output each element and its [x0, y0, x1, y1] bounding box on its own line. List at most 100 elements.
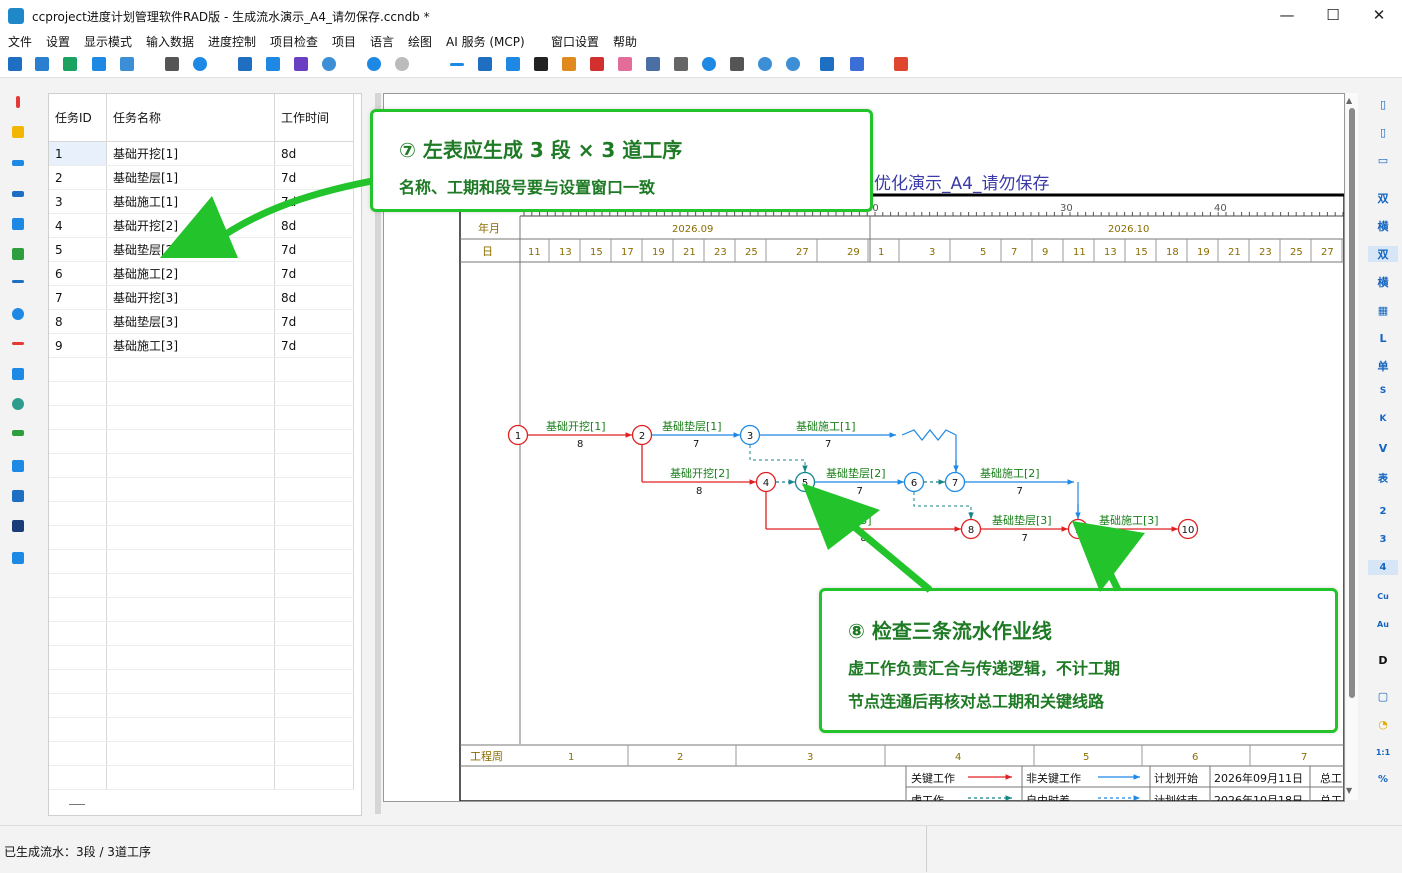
empty-row[interactable]: [49, 549, 354, 574]
hand-icon[interactable]: [12, 520, 24, 532]
print-icon[interactable]: [165, 57, 179, 71]
rail-V[interactable]: V: [1368, 442, 1398, 455]
sort-list-icon[interactable]: [12, 368, 24, 380]
format-brush-icon[interactable]: [294, 57, 308, 71]
sort-icon[interactable]: [506, 57, 520, 71]
menu-progress-control[interactable]: 进度控制: [208, 33, 256, 50]
menu-project[interactable]: 项目: [332, 33, 356, 50]
empty-row[interactable]: [49, 717, 354, 742]
empty-row[interactable]: [49, 429, 354, 454]
swap-icon[interactable]: [12, 490, 24, 502]
table-row[interactable]: 2 基础垫层[1] 7d: [49, 165, 354, 190]
search-icon[interactable]: [322, 57, 336, 71]
menu-ai-service[interactable]: AI 服务 (MCP): [446, 33, 525, 50]
menu-language[interactable]: 语言: [370, 33, 394, 50]
rail-mode-dual[interactable]: 双: [1368, 190, 1398, 206]
line-icon[interactable]: [450, 63, 464, 66]
doc-edit-icon[interactable]: [590, 57, 604, 71]
menu-file[interactable]: 文件: [8, 33, 32, 50]
empty-row[interactable]: [49, 573, 354, 598]
horizontal-scrollbar[interactable]: [398, 802, 1343, 810]
link-icon[interactable]: [12, 191, 24, 197]
task-id-cell[interactable]: 1: [49, 141, 107, 166]
task-name-cell[interactable]: 基础施工[3]: [106, 333, 275, 358]
task-id-cell[interactable]: 5: [49, 237, 107, 262]
work-time-cell[interactable]: 7d: [274, 333, 354, 358]
header-icon[interactable]: [674, 57, 688, 71]
table-row[interactable]: 3 基础施工[1] 7d: [49, 189, 354, 214]
rail-table[interactable]: 表: [1368, 470, 1398, 485]
font-icon[interactable]: [12, 218, 24, 230]
table-row[interactable]: 1 基础开挖[1] 8d: [49, 141, 354, 166]
minus-icon[interactable]: [12, 342, 24, 345]
rail-Cu[interactable]: Cu: [1368, 592, 1398, 601]
users-icon[interactable]: [12, 398, 24, 410]
col-task-id[interactable]: 任务ID: [49, 94, 107, 142]
work-time-cell[interactable]: 7d: [274, 309, 354, 334]
menu-draw[interactable]: 绘图: [408, 33, 432, 50]
task-name-cell[interactable]: 基础垫层[3]: [106, 309, 275, 334]
menu-help[interactable]: 帮助: [613, 33, 637, 50]
columns-icon[interactable]: [478, 57, 492, 71]
task-name-cell[interactable]: 基础开挖[3]: [106, 285, 275, 310]
rail-K[interactable]: K: [1368, 414, 1398, 424]
wand-icon[interactable]: [12, 552, 24, 564]
layout-left-icon[interactable]: ▯: [1368, 98, 1398, 111]
work-time-cell[interactable]: 8d: [274, 213, 354, 238]
empty-row[interactable]: [49, 501, 354, 526]
menu-input-data[interactable]: 输入数据: [146, 33, 194, 50]
table-row[interactable]: 6 基础施工[2] 7d: [49, 261, 354, 286]
task-name-cell[interactable]: 基础垫层[1]: [106, 165, 275, 190]
palette-icon[interactable]: [618, 57, 632, 71]
comment-icon[interactable]: ◔: [1368, 718, 1398, 731]
task-id-cell[interactable]: 8: [49, 309, 107, 334]
menu-settings[interactable]: 设置: [46, 33, 70, 50]
paint-icon[interactable]: [562, 57, 576, 71]
col-task-name[interactable]: 任务名称: [106, 94, 275, 142]
empty-row[interactable]: [49, 381, 354, 406]
zoom-out-icon[interactable]: [758, 57, 772, 71]
empty-row[interactable]: [49, 357, 354, 382]
folder-icon[interactable]: [850, 57, 864, 71]
empty-row[interactable]: [49, 477, 354, 502]
empty-row[interactable]: [49, 741, 354, 766]
toolbox-icon[interactable]: [894, 57, 908, 71]
maximize-button[interactable]: ☐: [1310, 0, 1356, 30]
rail-mode-horizontal-2[interactable]: 横: [1368, 274, 1398, 290]
task-name-cell[interactable]: 基础垫层[2]: [106, 237, 275, 262]
rail-single[interactable]: 单: [1368, 358, 1398, 374]
task-name-cell[interactable]: 基础施工[1]: [106, 189, 275, 214]
col-work-time[interactable]: 工作时间: [274, 94, 354, 142]
task-id-cell[interactable]: 6: [49, 261, 107, 286]
table-row[interactable]: 9 基础施工[3] 7d: [49, 333, 354, 358]
work-time-cell[interactable]: 7d: [274, 237, 354, 262]
rail-1to1[interactable]: 1:1: [1368, 748, 1398, 757]
task-id-cell[interactable]: 9: [49, 333, 107, 358]
work-time-cell[interactable]: 7d: [274, 189, 354, 214]
open-icon[interactable]: [35, 57, 49, 71]
zoom-in-icon[interactable]: [786, 57, 800, 71]
work-time-cell[interactable]: 7d: [274, 165, 354, 190]
work-time-cell[interactable]: 8d: [274, 141, 354, 166]
frame-icon[interactable]: ▢: [1368, 690, 1398, 703]
empty-row[interactable]: [49, 405, 354, 430]
empty-row[interactable]: [49, 525, 354, 550]
contrast-icon[interactable]: [534, 57, 548, 71]
au-icon[interactable]: [12, 430, 24, 436]
scroll-down-icon[interactable]: ▼: [1346, 786, 1352, 795]
refresh-icon[interactable]: [193, 57, 207, 71]
table-icon[interactable]: ▦: [1368, 304, 1398, 317]
table-row[interactable]: 7 基础开挖[3] 8d: [49, 285, 354, 310]
gear-icon[interactable]: [12, 308, 24, 320]
work-time-cell[interactable]: 7d: [274, 261, 354, 286]
rail-S[interactable]: S: [1368, 386, 1398, 396]
table-row[interactable]: 5 基础垫层[2] 7d: [49, 237, 354, 262]
check-icon[interactable]: [12, 248, 24, 260]
empty-row[interactable]: [49, 765, 354, 790]
table-row[interactable]: 4 基础开挖[2] 8d: [49, 213, 354, 238]
empty-row[interactable]: [49, 669, 354, 694]
empty-row[interactable]: [49, 645, 354, 670]
rail-mode-dual-2[interactable]: 双: [1368, 246, 1398, 262]
menu-display-mode[interactable]: 显示模式: [84, 33, 132, 50]
task-name-cell[interactable]: 基础开挖[2]: [106, 213, 275, 238]
